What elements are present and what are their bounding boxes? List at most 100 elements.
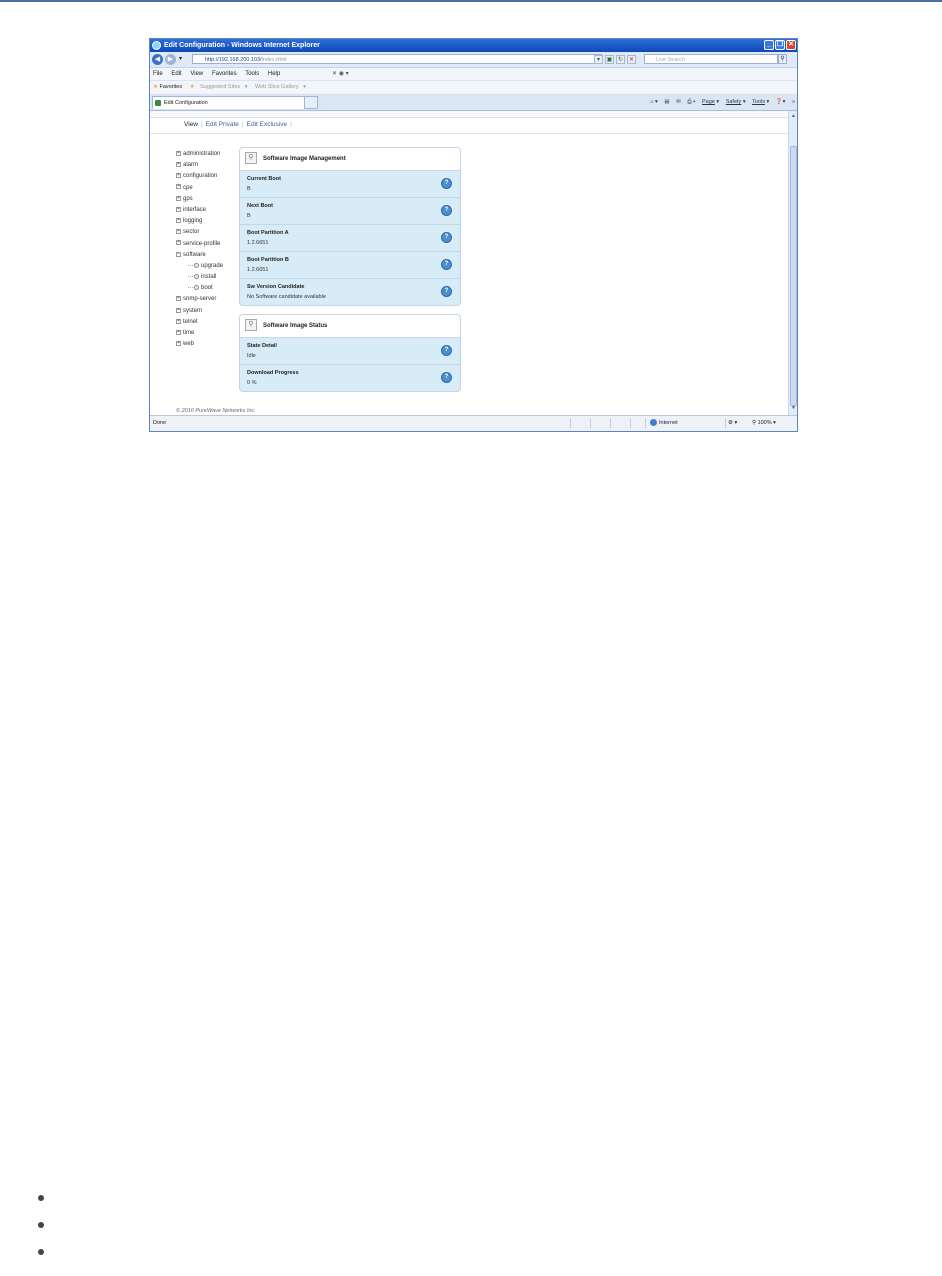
expand-icon[interactable]: + bbox=[176, 218, 181, 224]
menu-tools[interactable]: Tools bbox=[245, 71, 259, 77]
help-icon[interactable]: ? bbox=[441, 178, 452, 189]
print-icon[interactable]: ⎙ ▾ bbox=[687, 99, 695, 105]
help-icon[interactable]: ? bbox=[441, 259, 452, 270]
recent-pages-icon[interactable]: ▾ bbox=[179, 55, 182, 62]
help-icon[interactable]: ? bbox=[441, 232, 452, 243]
tree-node-sector[interactable]: + sector bbox=[176, 227, 223, 238]
scroll-down-icon[interactable]: ▼ bbox=[790, 405, 797, 413]
minimize-button[interactable]: _ bbox=[764, 40, 774, 50]
new-tab-button[interactable] bbox=[304, 96, 318, 109]
tree-node-boot[interactable]: boot bbox=[176, 283, 223, 294]
help-menu-icon[interactable]: ❓▾ bbox=[776, 99, 786, 105]
expand-icon[interactable]: + bbox=[176, 150, 181, 156]
chevron-down-icon[interactable]: ▾ bbox=[245, 84, 248, 90]
feeds-icon[interactable]: ▤ bbox=[664, 99, 669, 105]
expand-icon[interactable]: + bbox=[176, 162, 181, 168]
collapse-icon[interactable]: − bbox=[176, 251, 181, 257]
tree-node-gps[interactable]: + gps bbox=[176, 194, 223, 205]
restore-button[interactable]: ❐ bbox=[775, 40, 785, 50]
zoom-level[interactable]: ⚲ 100% ▾ bbox=[752, 416, 776, 430]
software-image-management-panel: ⚲ Software Image Management Current Boot… bbox=[239, 147, 461, 306]
menu-view[interactable]: View bbox=[190, 71, 203, 77]
tree-node-service-profile[interactable]: + service-profile bbox=[176, 239, 223, 250]
tree-node-web[interactable]: + web bbox=[176, 339, 223, 350]
expand-icon[interactable]: + bbox=[176, 229, 181, 235]
tools-menu[interactable]: Tools ▾ bbox=[752, 99, 769, 105]
help-icon[interactable]: ? bbox=[441, 205, 452, 216]
expand-icon[interactable]: + bbox=[176, 329, 181, 335]
scroll-thumb[interactable] bbox=[790, 146, 797, 406]
expand-icon[interactable]: + bbox=[176, 195, 181, 201]
dropdown-icon[interactable]: ▾ bbox=[594, 55, 603, 64]
cropped-header-strip bbox=[150, 111, 788, 118]
field-row-current-boot: Current Boot B ? bbox=[240, 171, 460, 198]
bullet-point bbox=[38, 1222, 44, 1228]
expand-icon[interactable]: + bbox=[176, 341, 181, 347]
url-host: http://192.168.200.103/ bbox=[205, 57, 262, 63]
address-input[interactable]: http://192.168.200.103/index.html bbox=[192, 54, 602, 64]
expand-icon[interactable]: + bbox=[176, 184, 181, 190]
tree-node-telnet[interactable]: + telnet bbox=[176, 317, 223, 328]
search-icon[interactable]: ⚲ bbox=[778, 54, 787, 64]
stop-icon[interactable]: ✕ bbox=[627, 55, 636, 64]
add-favorite-icon[interactable]: ★ bbox=[190, 84, 195, 90]
chevron-down-icon[interactable]: ▾ bbox=[303, 84, 306, 90]
compat-view-icon[interactable]: ▣ bbox=[605, 55, 614, 64]
tab-edit-exclusive[interactable]: Edit Exclusive bbox=[247, 121, 287, 128]
tree-node-snmp-server[interactable]: + snmp-server bbox=[176, 294, 223, 305]
browser-window-screenshot: Edit Configuration - Windows Internet Ex… bbox=[149, 38, 798, 432]
field-value: B bbox=[247, 186, 251, 192]
expand-icon[interactable]: + bbox=[176, 318, 181, 324]
home-icon[interactable]: ⌂ ▾ bbox=[650, 99, 658, 105]
tree-node-system[interactable]: + system bbox=[176, 306, 223, 317]
menu-help[interactable]: Help bbox=[268, 71, 280, 77]
refresh-icon[interactable]: ↻ bbox=[616, 55, 625, 64]
suggested-sites-link[interactable]: Suggested Sites bbox=[200, 84, 240, 90]
mail-icon[interactable]: ✉ bbox=[676, 99, 681, 105]
menubar-extra-icons[interactable]: ✕ ◉ ▾ bbox=[332, 68, 349, 80]
field-value: 0 % bbox=[247, 380, 257, 386]
expand-icon[interactable]: + bbox=[176, 206, 181, 212]
search-input[interactable]: Live Search bbox=[644, 54, 778, 64]
tab-edit-configuration[interactable]: Edit Configuration bbox=[152, 96, 317, 109]
menu-file[interactable]: File bbox=[153, 71, 163, 77]
back-button[interactable]: ◀ bbox=[152, 54, 163, 65]
expand-icon[interactable]: + bbox=[176, 173, 181, 179]
tree-node-interface[interactable]: + interface bbox=[176, 205, 223, 216]
web-slice-gallery-link[interactable]: Web Slice Gallery bbox=[255, 84, 299, 90]
scroll-up-icon[interactable]: ▲ bbox=[790, 113, 797, 121]
address-tools: ▾ ▣ ↻ ✕ bbox=[594, 55, 636, 64]
menu-edit[interactable]: Edit bbox=[171, 71, 181, 77]
help-icon[interactable]: ? bbox=[441, 372, 452, 383]
menu-favorites[interactable]: Favorites bbox=[212, 71, 237, 77]
tab-edit-private[interactable]: Edit Private bbox=[206, 121, 239, 128]
page-menu[interactable]: Page ▾ bbox=[702, 99, 719, 105]
tree-node-logging[interactable]: + logging bbox=[176, 216, 223, 227]
help-icon[interactable]: ? bbox=[441, 286, 452, 297]
tree-node-administration[interactable]: + administration bbox=[176, 149, 223, 160]
tree-node-alarm[interactable]: + alarm bbox=[176, 160, 223, 171]
more-chevron-icon[interactable]: » bbox=[792, 99, 795, 105]
field-row-sw-version-candidate: Sw Version Candidate No Software candida… bbox=[240, 279, 460, 305]
vertical-scrollbar[interactable]: ▲ ▼ bbox=[788, 111, 797, 415]
tab-view[interactable]: View bbox=[184, 121, 198, 128]
bullet-point bbox=[38, 1249, 44, 1255]
help-icon[interactable]: ? bbox=[441, 345, 452, 356]
forward-button[interactable]: ▶ bbox=[165, 54, 176, 65]
protected-mode-icon[interactable]: ⚙ ▾ bbox=[728, 416, 737, 430]
expand-icon[interactable]: + bbox=[176, 296, 181, 302]
expand-icon[interactable]: + bbox=[176, 240, 181, 246]
favorites-button[interactable]: Favorites bbox=[159, 84, 182, 90]
tree-node-time[interactable]: + time bbox=[176, 328, 223, 339]
tree-node-upgrade[interactable]: upgrade bbox=[176, 261, 223, 272]
favorites-star-icon: ★ bbox=[153, 84, 158, 90]
tree-node-software[interactable]: − software bbox=[176, 250, 223, 261]
expand-icon[interactable]: + bbox=[176, 307, 181, 313]
tree-node-install[interactable]: install bbox=[176, 272, 223, 283]
tree-node-label: gps bbox=[183, 195, 193, 202]
leaf-icon bbox=[194, 262, 199, 268]
close-button[interactable]: ✕ bbox=[786, 40, 796, 50]
tree-node-cpe[interactable]: + cpe bbox=[176, 183, 223, 194]
tree-node-configuration[interactable]: + configuration bbox=[176, 171, 223, 182]
safety-menu[interactable]: Safety ▾ bbox=[726, 99, 746, 105]
